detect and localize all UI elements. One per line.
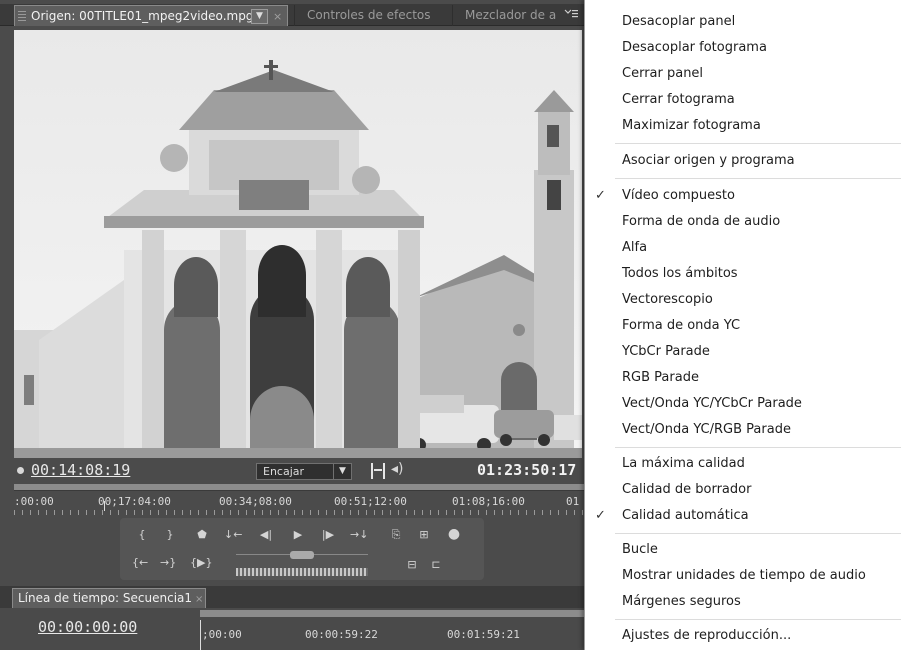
- check-icon: ✓: [595, 508, 606, 523]
- timeline-playhead[interactable]: [200, 620, 201, 650]
- playhead-marker[interactable]: [104, 501, 110, 511]
- ruler-tick: 01:08;16:00: [452, 495, 525, 508]
- source-video-frame[interactable]: [14, 30, 582, 458]
- ruler-tick: :00:00: [14, 495, 54, 508]
- output-icon[interactable]: ●: [446, 527, 462, 541]
- panel-context-menu: Desacoplar panel Desacoplar fotograma Ce…: [584, 0, 904, 650]
- zoom-scrollbar[interactable]: [14, 484, 584, 491]
- timeline-tab-label: Línea de tiempo: Secuencia1: [18, 591, 193, 605]
- ruler-minor-ticks: [14, 510, 584, 515]
- panel-menu-icon[interactable]: [564, 8, 578, 22]
- go-to-out-icon[interactable]: →↓: [350, 528, 368, 542]
- menu-item-loop[interactable]: Bucle: [585, 538, 904, 562]
- tab-effect-controls[interactable]: Controles de efectos: [294, 5, 446, 26]
- menu-item-show-audio-time-units[interactable]: Mostrar unidades de tiempo de audio: [585, 564, 904, 588]
- timeline-tabbar: Línea de tiempo: Secuencia1 ×: [0, 586, 592, 608]
- menu-item-label: Vídeo compuesto: [622, 188, 735, 203]
- timeline-zoom-scrollbar[interactable]: [200, 610, 592, 617]
- transport-controls: { } ⬟ ↓← ◀| ▶ |▶ →↓ ⎘ ⊞ ● {← →} {▶} ⊟ ⊏: [120, 518, 484, 580]
- current-time-display[interactable]: 00:14:08:19: [31, 461, 130, 479]
- zoom-fit-label: Encajar: [263, 465, 305, 478]
- menu-item-maximize-frame[interactable]: Maximizar fotograma: [585, 114, 904, 138]
- speaker-icon[interactable]: ◂): [391, 461, 404, 477]
- insert-clip-icon[interactable]: ⊟: [404, 558, 420, 572]
- menu-separator: [615, 619, 901, 620]
- menu-item-yc-waveform[interactable]: Forma de onda YC: [585, 314, 904, 338]
- play-in-to-out-icon[interactable]: {▶}: [190, 556, 212, 570]
- menu-item-rgb-parade[interactable]: RGB Parade: [585, 366, 904, 390]
- tab-timeline-sequence[interactable]: Línea de tiempo: Secuencia1 ×: [12, 588, 206, 608]
- jog-knob[interactable]: [290, 551, 314, 559]
- menu-item-vectorscope[interactable]: Vectorescopio: [585, 288, 904, 312]
- menu-item-undock-frame[interactable]: Desacoplar fotograma: [585, 36, 904, 60]
- menu-item-audio-waveform[interactable]: Forma de onda de audio: [585, 210, 904, 234]
- menu-separator: [615, 447, 901, 448]
- ruler-tick: 01: [566, 495, 580, 508]
- insert-icon[interactable]: ⎘: [388, 528, 404, 542]
- monitor-timebar: 00:14:08:19 Encajar ▼ ◂) 01:23:50:17: [0, 458, 592, 484]
- menu-item-label: Calidad automática: [622, 508, 749, 523]
- premiere-workspace: Origen: 00TITLE01_mpeg2video.mpg ▼ × Con…: [0, 0, 592, 650]
- menu-item-ycbcr-parade[interactable]: YCbCr Parade: [585, 340, 904, 364]
- go-to-in-icon[interactable]: ↓←: [224, 528, 242, 542]
- jog-slider[interactable]: [236, 551, 368, 564]
- chevron-down-icon: ▼: [333, 464, 351, 479]
- zoom-fit-select[interactable]: Encajar ▼: [256, 463, 352, 480]
- menu-item-close-frame[interactable]: Cerrar fotograma: [585, 88, 904, 112]
- overwrite-clip-icon[interactable]: ⊏: [428, 558, 444, 572]
- tab-source-monitor[interactable]: Origen: 00TITLE01_mpeg2video.mpg ▼ ×: [14, 5, 288, 26]
- safe-frame-icon[interactable]: [371, 463, 385, 479]
- menu-separator: [615, 533, 901, 534]
- timeline-current-time[interactable]: 00:00:00:00: [38, 618, 137, 636]
- menu-item-highest-quality[interactable]: La máxima calidad: [585, 452, 904, 476]
- play-icon[interactable]: ▶: [290, 528, 306, 542]
- timeline-panel: 00:00:00:00 ;00:00 00:00:59:22 00:01:59:…: [0, 608, 592, 650]
- grip-icon[interactable]: [18, 11, 26, 22]
- menu-item-undock-panel[interactable]: Desacoplar panel: [585, 10, 904, 34]
- tab-audio-mixer[interactable]: Mezclador de a: [452, 5, 562, 26]
- set-marker-icon[interactable]: ⬟: [194, 528, 210, 542]
- close-icon[interactable]: ×: [195, 594, 203, 605]
- timeline-tick: ;00:00: [202, 628, 242, 641]
- timeline-tick: 00:01:59:21: [447, 628, 520, 641]
- timeline-tick: 00:00:59:22: [305, 628, 378, 641]
- check-icon: ✓: [595, 188, 606, 203]
- overlay-icon[interactable]: ⊞: [416, 528, 432, 542]
- tab-source-label: Origen: 00TITLE01_mpeg2video.mpg: [31, 9, 254, 23]
- step-forward-icon[interactable]: |▶: [320, 528, 336, 542]
- menu-item-draft-quality[interactable]: Calidad de borrador: [585, 478, 904, 502]
- source-time-ruler[interactable]: :00:00 00;17:04:00 00:34;08:00 00:51;12:…: [14, 484, 592, 516]
- menu-item-all-scopes[interactable]: Todos los ámbitos: [585, 262, 904, 286]
- shuttle-slider[interactable]: [236, 568, 368, 576]
- menu-item-vect-yc-rgb-parade[interactable]: Vect/Onda YC/RGB Parade: [585, 418, 904, 442]
- go-to-out-point-icon[interactable]: →}: [160, 556, 176, 570]
- playhead-dot-icon: [17, 467, 24, 474]
- menu-separator: [615, 143, 901, 144]
- ruler-tick: 00:34;08:00: [219, 495, 292, 508]
- menu-item-safe-margins[interactable]: Márgenes seguros: [585, 590, 904, 614]
- menu-item-automatic-quality[interactable]: ✓ Calidad automática: [585, 504, 904, 528]
- menu-item-vect-yc-ycbcr-parade[interactable]: Vect/Onda YC/YCbCr Parade: [585, 392, 904, 416]
- go-to-in-point-icon[interactable]: {←: [132, 556, 148, 570]
- close-icon[interactable]: ×: [273, 6, 282, 26]
- duration-display: 01:23:50:17: [477, 461, 577, 479]
- ruler-tick: 00:51;12:00: [334, 495, 407, 508]
- mark-out-icon[interactable]: }: [162, 528, 178, 542]
- menu-item-gang-source-program[interactable]: Asociar origen y programa: [585, 149, 904, 173]
- source-clip-dropdown[interactable]: ▼: [251, 9, 268, 24]
- menu-separator: [615, 178, 901, 179]
- menu-item-composite-video[interactable]: ✓ Vídeo compuesto: [585, 184, 904, 208]
- menu-item-playback-settings[interactable]: Ajustes de reproducción...: [585, 624, 904, 648]
- step-back-icon[interactable]: ◀|: [258, 528, 274, 542]
- menu-item-alpha[interactable]: Alfa: [585, 236, 904, 260]
- mark-in-icon[interactable]: {: [134, 528, 150, 542]
- source-monitor-tabbar: Origen: 00TITLE01_mpeg2video.mpg ▼ × Con…: [0, 4, 592, 26]
- menu-item-close-panel[interactable]: Cerrar panel: [585, 62, 904, 86]
